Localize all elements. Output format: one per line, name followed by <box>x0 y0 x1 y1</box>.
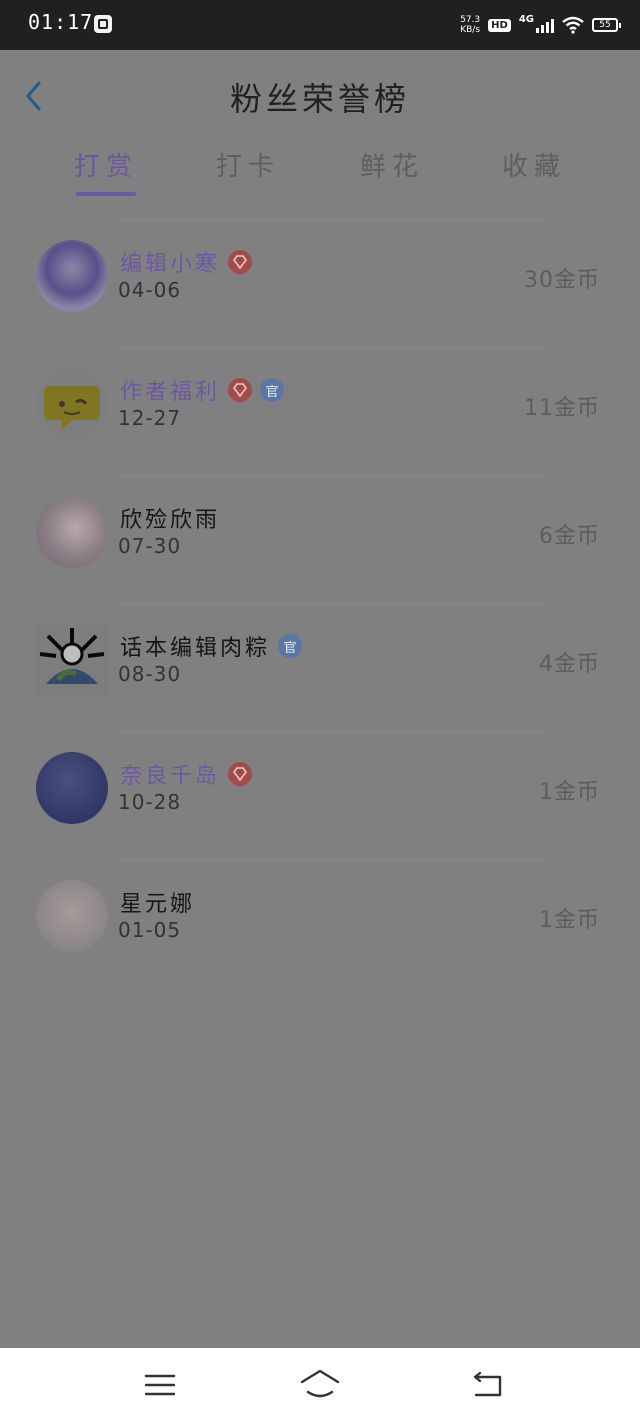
return-icon[interactable] <box>466 1366 510 1404</box>
fan-amount: 6金币 <box>539 524 600 549</box>
fan-amount: 1金币 <box>539 908 600 933</box>
fan-list: 编辑小寒 04-06 30金币 作者福利 官 12-27 11金币 欣殓欣雨 0… <box>0 220 640 988</box>
divider <box>120 604 548 605</box>
divider <box>120 732 548 733</box>
official-badge: 官 <box>260 378 285 402</box>
status-bar: 01:17 57.3 KB/s HD 4G 55 <box>0 0 640 50</box>
fan-amount: 1金币 <box>539 780 600 805</box>
diamond-icon <box>228 378 253 402</box>
network-speed-value: 57.3 <box>460 15 481 25</box>
fan-name: 话本编辑肉粽 <box>120 636 271 661</box>
fan-date: 07-30 <box>118 534 182 558</box>
battery-level: 55 <box>599 20 611 30</box>
tab-favorites[interactable]: 收藏 <box>474 146 594 183</box>
page-title: 粉丝荣誉榜 <box>229 80 410 118</box>
fan-row[interactable]: 星元娜 01-05 1金币 <box>0 860 640 988</box>
fan-name-line: 作者福利 官 <box>120 374 285 406</box>
tab-indicator <box>76 192 136 196</box>
tab-bar: 打赏 打卡 鲜花 收藏 <box>0 146 640 202</box>
system-nav-bar <box>0 1348 640 1422</box>
network-type: 4G <box>518 13 534 25</box>
fan-amount: 4金币 <box>539 652 600 677</box>
fan-amount: 11金币 <box>524 396 600 421</box>
notification-app-icon <box>94 15 112 33</box>
fan-row[interactable]: 欣殓欣雨 07-30 6金币 <box>0 476 640 604</box>
divider <box>120 348 548 349</box>
tab-checkin[interactable]: 打卡 <box>188 146 308 183</box>
fan-name-line: 欣殓欣雨 <box>120 502 220 534</box>
fan-amount: 30金币 <box>524 268 600 293</box>
fan-name: 星元娜 <box>120 892 196 917</box>
fan-date: 04-06 <box>118 278 182 302</box>
fan-row[interactable]: 作者福利 官 12-27 11金币 <box>0 348 640 476</box>
fan-name-line: 奈良千岛 <box>120 758 253 790</box>
diamond-icon <box>228 250 253 274</box>
avatar[interactable] <box>36 624 108 696</box>
avatar[interactable] <box>36 752 108 824</box>
fan-date: 10-28 <box>118 790 182 814</box>
tab-reward[interactable]: 打赏 <box>46 146 166 183</box>
fan-name: 奈良千岛 <box>120 764 221 789</box>
divider <box>120 220 548 221</box>
divider <box>120 860 548 861</box>
hd-badge: HD <box>488 18 511 32</box>
tab-flowers[interactable]: 鲜花 <box>332 146 452 183</box>
fan-row[interactable]: 编辑小寒 04-06 30金币 <box>0 220 640 348</box>
avatar[interactable] <box>36 240 108 312</box>
status-indicators: 57.3 KB/s HD 4G 55 <box>460 12 621 38</box>
diamond-icon <box>228 762 253 786</box>
fan-name-line: 话本编辑肉粽 官 <box>120 630 303 662</box>
network-speed-unit: KB/s <box>460 25 481 35</box>
fan-date: 12-27 <box>118 406 182 430</box>
avatar[interactable] <box>36 496 108 568</box>
page-header: 粉丝荣誉榜 <box>0 52 640 132</box>
status-time: 01:17 <box>28 10 94 34</box>
avatar[interactable] <box>36 368 108 440</box>
avatar[interactable] <box>36 880 108 952</box>
fan-name: 欣殓欣雨 <box>120 508 221 533</box>
official-badge: 官 <box>278 634 303 658</box>
fan-name-line: 编辑小寒 <box>120 246 253 278</box>
network-speed: 57.3 KB/s <box>460 15 480 35</box>
fan-row[interactable]: 话本编辑肉粽 官 08-30 4金币 <box>0 604 640 732</box>
wifi-icon <box>562 16 584 34</box>
fan-name-line: 星元娜 <box>120 886 195 918</box>
signal-icon <box>536 17 554 33</box>
fan-date: 08-30 <box>118 662 182 686</box>
fan-date: 01-05 <box>118 918 182 942</box>
fan-name: 编辑小寒 <box>120 252 221 277</box>
divider <box>120 476 548 477</box>
home-icon[interactable] <box>298 1366 342 1404</box>
fan-row[interactable]: 奈良千岛 10-28 1金币 <box>0 732 640 860</box>
fan-name: 作者福利 <box>120 380 221 405</box>
menu-icon[interactable] <box>138 1366 182 1404</box>
battery-icon: 55 <box>592 18 621 32</box>
